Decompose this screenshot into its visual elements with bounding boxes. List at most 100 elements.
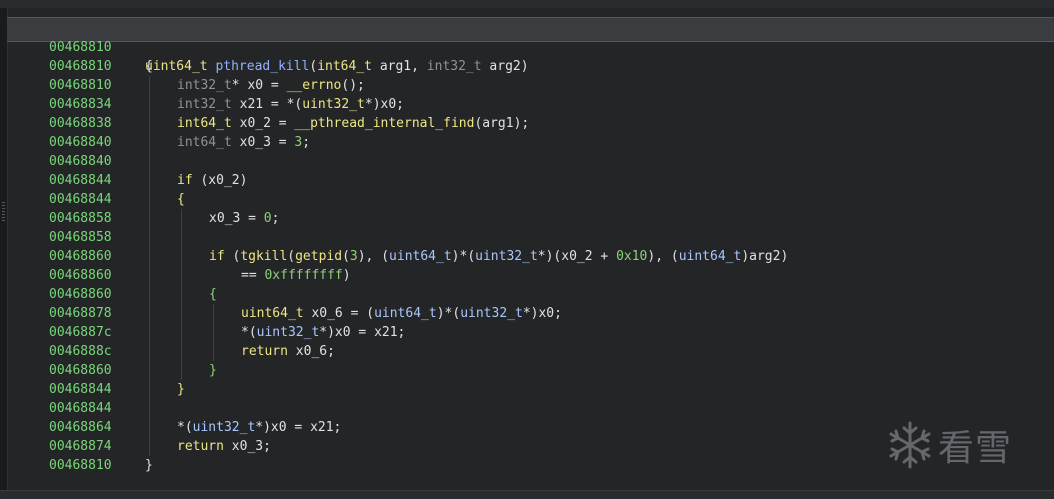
- code-token: 0: [263, 211, 272, 226]
- code-token: uint32_t: [460, 306, 523, 321]
- code-token: {: [177, 192, 185, 207]
- line-address: 00468864: [49, 420, 112, 435]
- line-code: *(uint32_t*)x0 = x21;: [177, 418, 341, 437]
- line-address: 00468844: [49, 192, 112, 207]
- code-token: ;: [271, 211, 280, 226]
- code-token: int32_t: [177, 78, 232, 93]
- code-token: arg1,: [372, 59, 427, 74]
- code-token: ==: [241, 268, 265, 283]
- code-token: x0_2 =: [231, 116, 295, 131]
- code-token: __errno: [286, 78, 342, 93]
- code-token: uint64_t: [241, 306, 304, 321]
- line-address: 00468874: [49, 439, 112, 454]
- code-token: (: [342, 249, 350, 264]
- code-token: {: [209, 287, 217, 302]
- resize-gripper[interactable]: [2, 202, 5, 222]
- line-code: }: [177, 380, 185, 399]
- line-code: int32_t x21 = *(uint32_t*)x0;: [177, 95, 404, 114]
- line-code: return x0_6;: [241, 342, 335, 361]
- watermark: 看雪: [884, 418, 1034, 472]
- code-token: (x0_2): [192, 173, 248, 188]
- line-code: int32_t* x0 = __errno();: [177, 76, 365, 95]
- code-token: *)(x0_2 +: [537, 249, 617, 264]
- indent-guide: [149, 76, 150, 456]
- signature-address: 00468810: [49, 40, 112, 55]
- code-token: *)x0 = x21;: [255, 420, 342, 435]
- code-token: *(: [177, 420, 193, 435]
- line-code: *(uint32_t*)x0 = x21;: [241, 323, 405, 342]
- line-code: {: [145, 57, 153, 76]
- code-token: arg2): [481, 59, 529, 74]
- line-address: 00468860: [49, 268, 112, 283]
- code-token: 0xffffffff: [264, 268, 343, 283]
- code-token: if: [177, 173, 193, 188]
- watermark-text: 看雪: [938, 428, 1013, 469]
- line-address: 00468810: [49, 78, 112, 93]
- top-toolbar-strip: [0, 0, 1054, 8]
- code-token: getpid: [295, 249, 343, 264]
- code-token: uint32_t: [256, 325, 320, 340]
- line-code: if (x0_2): [177, 171, 247, 190]
- code-token: if: [209, 249, 225, 264]
- indent-guide: [213, 304, 214, 361]
- line-address: 00468840: [49, 154, 112, 169]
- line-code: if (tgkill(getpid(3), (uint64_t)*(uint32…: [209, 247, 788, 266]
- code-token: tgkill: [240, 249, 288, 264]
- code-token: *(: [241, 325, 257, 340]
- code-token: int64_t: [317, 59, 372, 74]
- line-address: 00468860: [49, 249, 112, 264]
- code-token: }: [209, 363, 217, 378]
- line-address: 00468840: [49, 135, 112, 150]
- function-signature[interactable]: 00468810 uint64_t pthread_kill(int64_t a…: [0, 19, 529, 74]
- line-code: int64_t x0_2 = __pthread_internal_find(a…: [177, 114, 529, 133]
- line-address: 00468810: [49, 59, 112, 74]
- line-address: 00468844: [49, 401, 112, 416]
- code-token: 3: [349, 249, 358, 264]
- code-token: return: [241, 344, 288, 359]
- line-address: 00468844: [49, 382, 112, 397]
- code-token: (: [224, 249, 241, 264]
- line-address: 00468858: [49, 211, 112, 226]
- code-token: __pthread_internal_find: [294, 116, 475, 131]
- code-token: )arg2): [741, 249, 789, 264]
- code-token: (: [287, 249, 296, 264]
- code-token: int64_t: [177, 116, 232, 131]
- line-code: x0_3 = 0;: [209, 209, 279, 228]
- code-token: }: [145, 458, 153, 473]
- function-signature-bar[interactable]: [7, 17, 1054, 42]
- line-address: 00468844: [49, 173, 112, 188]
- indent-guide: [181, 209, 182, 380]
- line-address: 0046888c: [49, 344, 112, 359]
- code-token: x21 = *(: [231, 97, 303, 112]
- code-token: ): [342, 268, 351, 283]
- line-address: 00468858: [49, 230, 112, 245]
- code-token: (arg1);: [474, 116, 530, 131]
- code-token: uint32_t: [475, 249, 538, 264]
- code-token: 0x10: [616, 249, 648, 264]
- line-code: == 0xffffffff): [241, 266, 351, 285]
- line-address: 00468860: [49, 363, 112, 378]
- code-token: x0_6 = (: [303, 306, 375, 321]
- code-token: *)x0 = x21;: [319, 325, 406, 340]
- code-token: x0_3 =: [231, 135, 295, 150]
- code-token: uint64_t: [389, 249, 452, 264]
- code-token: uint64_t: [374, 306, 437, 321]
- code-token: uint32_t: [192, 420, 256, 435]
- code-token: ), (: [357, 249, 390, 264]
- code-token: ;: [302, 135, 311, 150]
- code-token: * x0 =: [231, 78, 287, 93]
- code-token: x0_6;: [287, 344, 335, 359]
- code-token: *)x0;: [522, 306, 562, 321]
- code-token: return: [177, 439, 224, 454]
- line-address: 0046887c: [49, 325, 112, 340]
- line-address: 00468860: [49, 287, 112, 302]
- code-token: {: [145, 59, 153, 74]
- code-token: *)x0;: [364, 97, 405, 112]
- line-code: }: [145, 456, 153, 475]
- line-address: 00468810: [49, 458, 112, 473]
- line-code: {: [209, 285, 217, 304]
- code-token: }: [177, 382, 185, 397]
- line-code: {: [177, 190, 185, 209]
- code-token: )*(: [451, 249, 476, 264]
- code-token: )*(: [436, 306, 461, 321]
